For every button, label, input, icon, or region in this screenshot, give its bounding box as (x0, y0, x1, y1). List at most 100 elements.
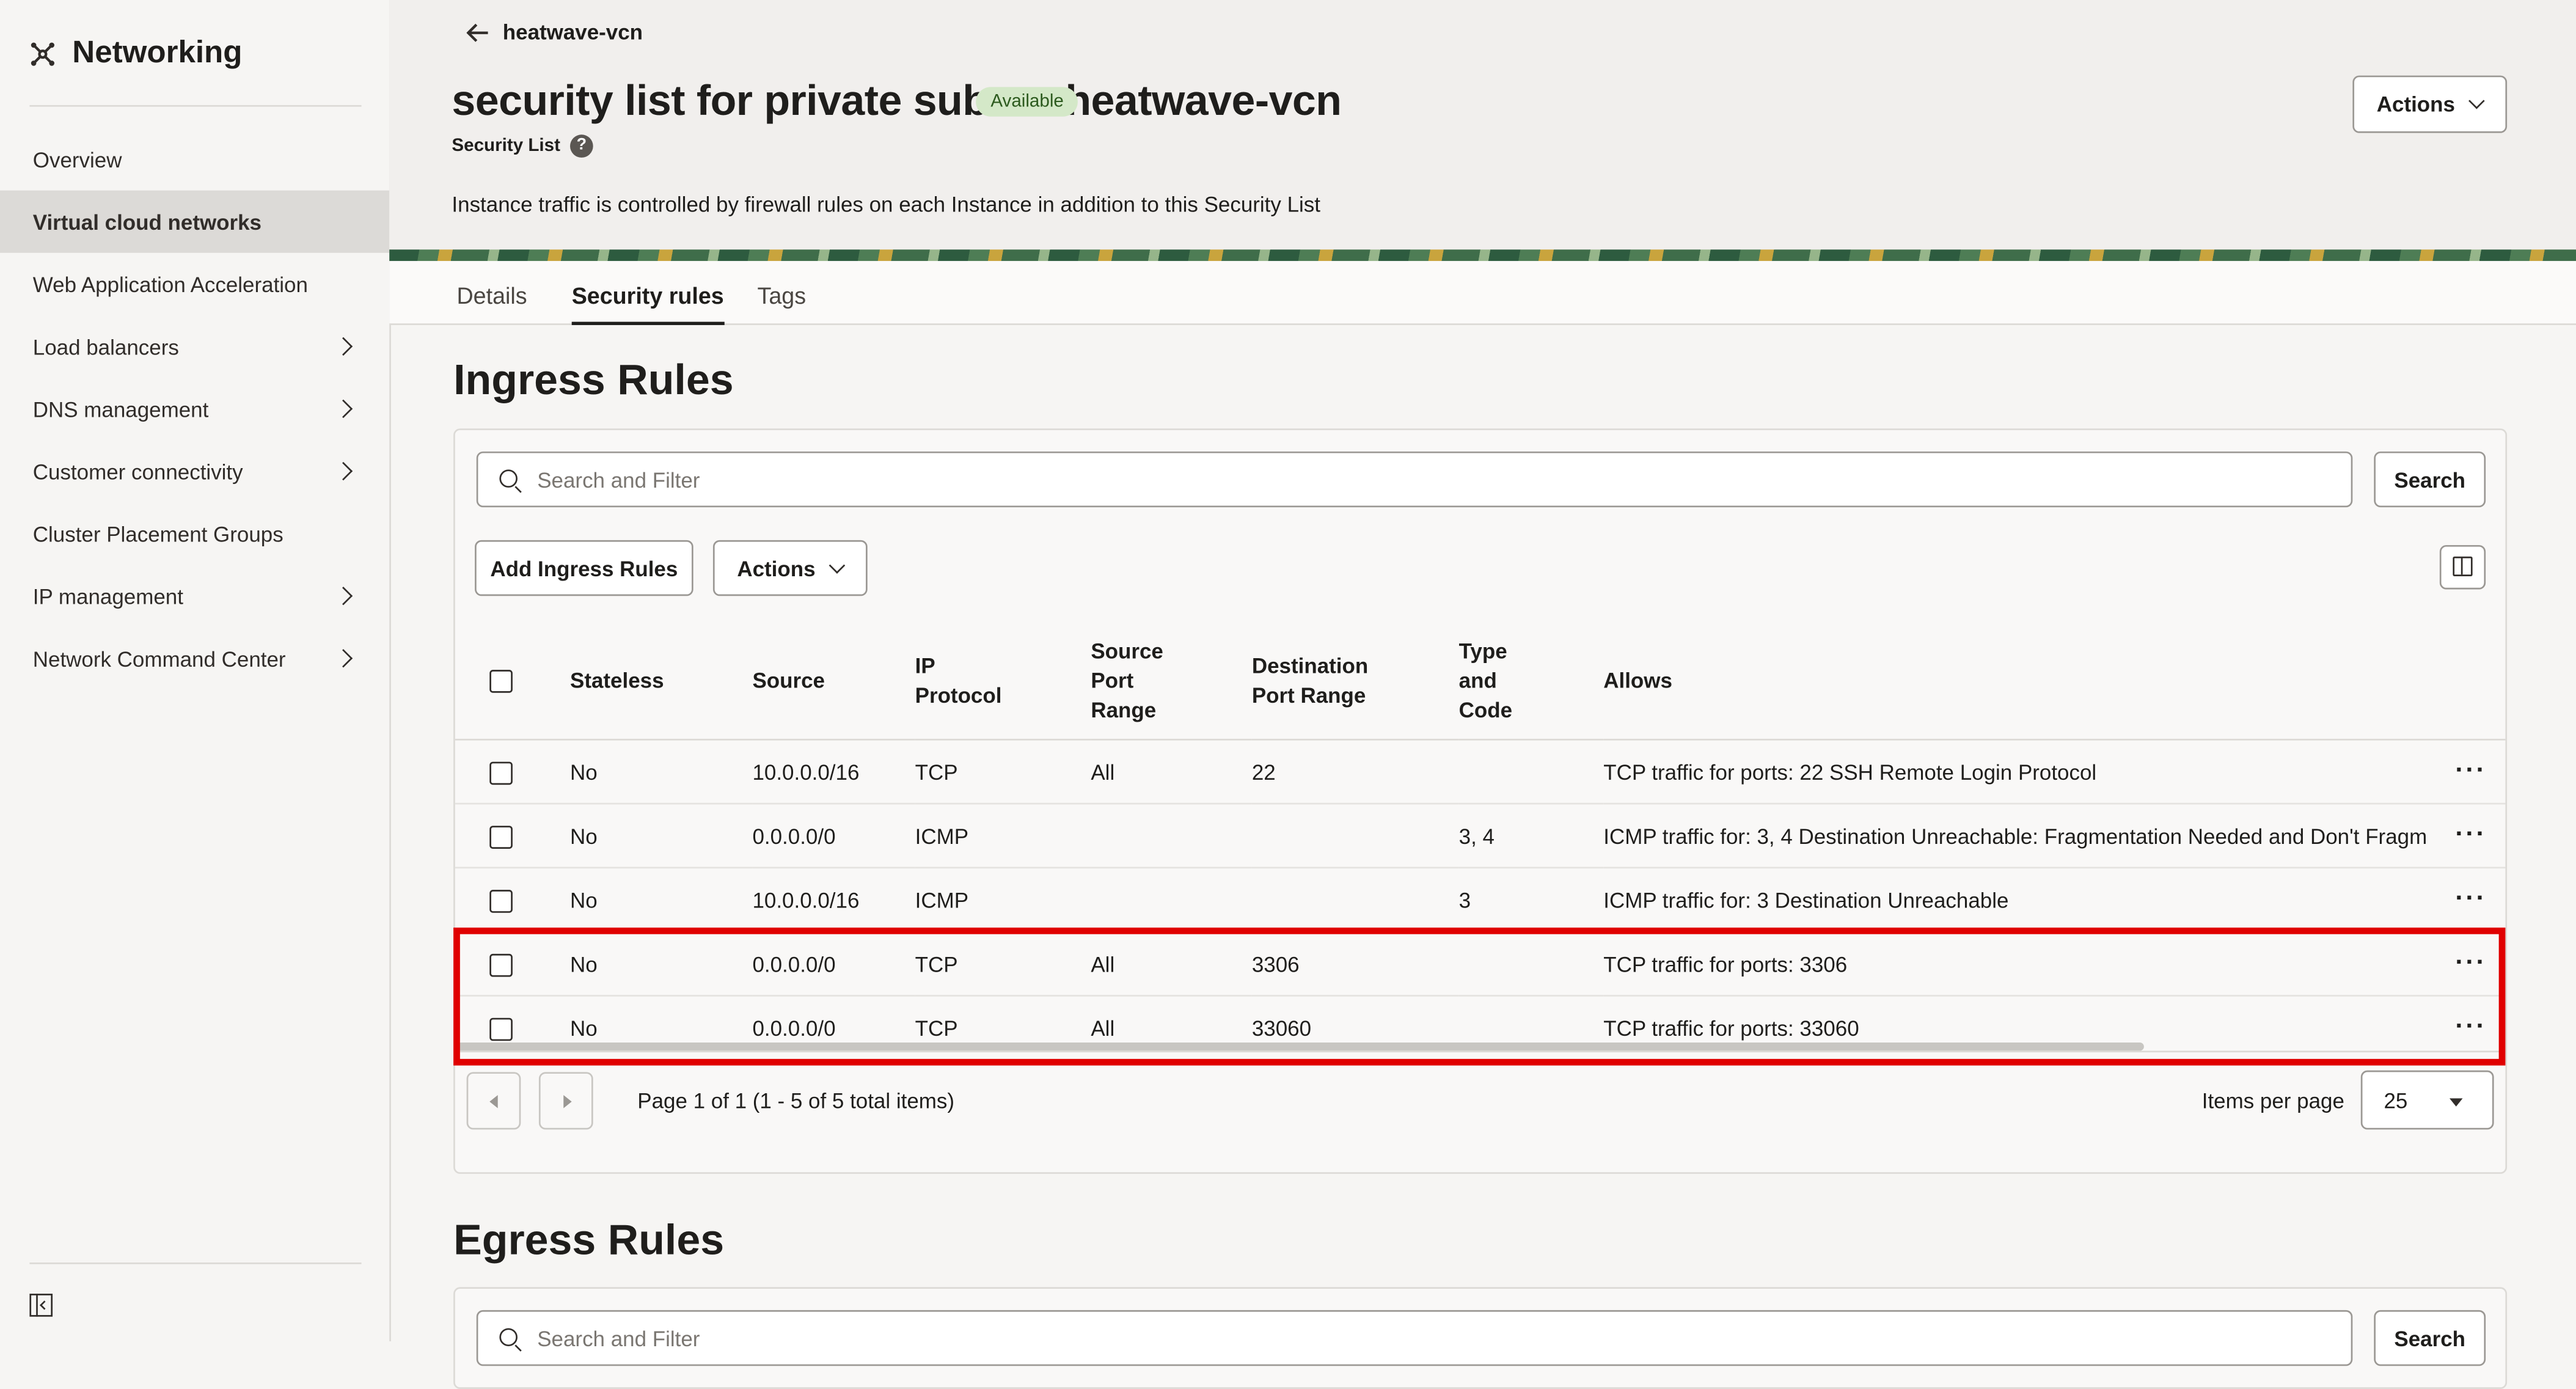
sidebar-item-overview[interactable]: Overview (0, 128, 389, 191)
page-description: Instance traffic is controlled by firewa… (452, 192, 1320, 217)
column-header[interactable]: Destination Port Range (1251, 622, 1459, 741)
row-checkbox[interactable] (489, 761, 513, 785)
pagination-status: Page 1 of 1 (1 - 5 of 5 total items) (637, 1088, 955, 1113)
column-header[interactable]: Stateless (570, 622, 753, 741)
sidebar-item-label: IP management (32, 584, 183, 609)
sidebar-item-label: Virtual cloud networks (32, 209, 262, 234)
caret-right-icon (563, 1094, 572, 1109)
next-page-button[interactable] (538, 1072, 593, 1130)
resource-type: Security List ? (452, 134, 593, 158)
egress-search-button[interactable]: Search (2374, 1310, 2486, 1366)
networking-icon (31, 42, 54, 66)
table-row: No 10.0.0.0/16 ICMP 3 ICMP traffic for: … (455, 867, 2506, 933)
tab-details[interactable]: Details (456, 282, 527, 309)
sidebar-item-label: Cluster Placement Groups (32, 521, 284, 546)
row-actions-icon[interactable]: ··· (2436, 804, 2506, 869)
cell-allows: TCP traffic for ports: 3306 (1603, 931, 2437, 997)
chevron-right-icon (334, 399, 353, 419)
sidebar-item-dns-management[interactable]: DNS management (0, 378, 389, 440)
sidebar-item-label: Web Application Acceleration (32, 271, 308, 296)
collapse-sidebar-icon[interactable] (29, 1294, 53, 1317)
sidebar-item-load-balancers[interactable]: Load balancers (0, 315, 389, 378)
help-icon[interactable]: ? (570, 134, 593, 158)
cell-type-code: 3, 4 (1458, 804, 1604, 869)
ingress-search-field[interactable] (476, 451, 2353, 508)
cell-destination-port: 22 (1251, 739, 1459, 805)
caret-left-icon (489, 1094, 498, 1109)
sidebar-item-web-application-acceleration[interactable]: Web Application Acceleration (0, 253, 389, 315)
row-actions-icon[interactable]: ··· (2436, 931, 2506, 997)
cell-protocol: ICMP (915, 867, 1091, 933)
items-per-page-value: 25 (2384, 1088, 2408, 1113)
sidebar-item-label: DNS management (32, 396, 209, 422)
chevron-right-icon (334, 461, 353, 481)
ingress-rules-table: Stateless Source IP Protocol Source Port… (455, 622, 2506, 1061)
cell-allows: ICMP traffic for: 3 Destination Unreacha… (1603, 867, 2437, 933)
cell-source: 10.0.0.0/16 (752, 867, 915, 933)
egress-rules-panel: Search (453, 1287, 2508, 1389)
tab-tags[interactable]: Tags (758, 282, 807, 309)
cell-protocol: TCP (915, 739, 1091, 805)
previous-page-button[interactable] (466, 1072, 521, 1130)
column-header[interactable]: IP Protocol (915, 622, 1091, 741)
column-header[interactable]: Allows (1603, 622, 2437, 741)
ingress-search-button[interactable]: Search (2374, 451, 2486, 508)
cell-type-code: 3 (1458, 867, 1604, 933)
brand: Networking (29, 36, 242, 72)
cell-allows: ICMP traffic for: 3, 4 Destination Unrea… (1603, 804, 2437, 869)
cell-stateless: No (570, 804, 753, 869)
cell-stateless: No (570, 739, 753, 805)
sidebar-item-cluster-placement-groups[interactable]: Cluster Placement Groups (0, 502, 389, 565)
ingress-search-input[interactable] (533, 466, 2227, 494)
page-header: heatwave-vcn security list for private s… (389, 0, 2576, 250)
chevron-right-icon (334, 337, 353, 356)
row-checkbox[interactable] (489, 953, 513, 977)
decorative-banner (389, 249, 2576, 262)
row-checkbox[interactable] (489, 825, 513, 849)
column-header[interactable]: Source Port Range (1091, 622, 1252, 741)
sidebar: Networking Overview Virtual cloud networ… (0, 0, 391, 1341)
tab-security-rules[interactable]: Security rules (571, 282, 724, 325)
items-per-page-select[interactable]: 25 (2360, 1070, 2494, 1130)
back-link[interactable]: heatwave-vcn (466, 20, 643, 45)
table-row: No 0.0.0.0/0 TCP All 3306 TCP traffic fo… (455, 931, 2506, 997)
table-row: No 0.0.0.0/0 ICMP 3, 4 ICMP traffic for:… (455, 804, 2506, 869)
row-actions-icon[interactable]: ··· (2436, 867, 2506, 933)
select-all-checkbox[interactable] (489, 670, 513, 693)
sidebar-divider (29, 1262, 362, 1264)
actions-label: Actions (2376, 92, 2455, 117)
sidebar-item-label: Overview (32, 147, 122, 172)
cell-destination-port (1251, 867, 1459, 933)
chevron-down-icon (2468, 92, 2486, 109)
sidebar-divider (29, 104, 362, 107)
column-settings-button[interactable] (2439, 544, 2486, 590)
caret-down-icon (2450, 1098, 2463, 1107)
egress-search-field[interactable] (476, 1310, 2353, 1366)
cell-destination-port (1251, 804, 1459, 869)
cell-destination-port: 3306 (1251, 931, 1459, 997)
row-checkbox[interactable] (489, 1017, 513, 1041)
cell-source: 0.0.0.0/0 (752, 804, 915, 869)
ingress-rules-title: Ingress Rules (453, 354, 734, 404)
arrow-left-icon (466, 23, 488, 42)
column-header[interactable]: Type and Code (1458, 622, 1604, 741)
sidebar-item-label: Network Command Center (32, 646, 286, 671)
page-actions-button[interactable]: Actions (2352, 75, 2508, 133)
sidebar-item-network-command-center[interactable]: Network Command Center (0, 627, 389, 689)
row-actions-icon[interactable]: ··· (2436, 739, 2506, 805)
horizontal-scrollbar[interactable] (456, 1042, 2144, 1051)
egress-rules-title: Egress Rules (453, 1215, 725, 1264)
sidebar-item-virtual-cloud-networks[interactable]: Virtual cloud networks (0, 190, 390, 253)
app-title: Networking (72, 36, 243, 71)
add-ingress-rules-button[interactable]: Add Ingress Rules (475, 540, 693, 596)
cell-type-code (1458, 739, 1604, 805)
egress-search-input[interactable] (533, 1325, 2227, 1353)
sidebar-item-label: Load balancers (32, 334, 179, 359)
sidebar-item-customer-connectivity[interactable]: Customer connectivity (0, 440, 389, 502)
ingress-actions-button[interactable]: Actions (712, 540, 868, 596)
sidebar-item-ip-management[interactable]: IP management (0, 565, 389, 627)
column-header[interactable]: Source (752, 622, 915, 741)
cell-source: 0.0.0.0/0 (752, 931, 915, 997)
pagination-bar: Page 1 of 1 (1 - 5 of 5 total items) Ite… (455, 1050, 2506, 1170)
row-checkbox[interactable] (489, 889, 513, 913)
